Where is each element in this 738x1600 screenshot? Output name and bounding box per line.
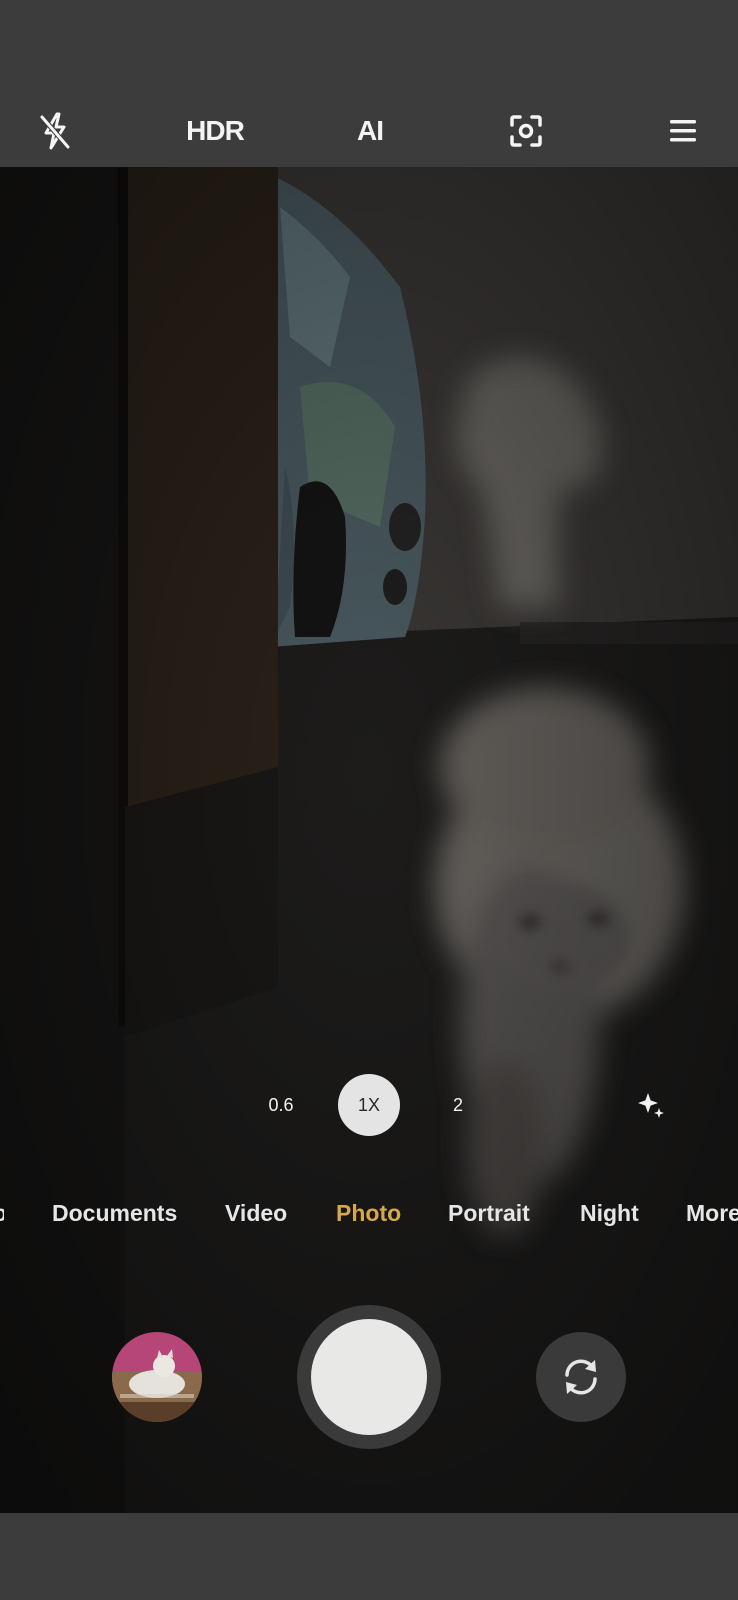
gallery-thumbnail[interactable] — [112, 1332, 202, 1422]
zoom-2-button[interactable]: 2 — [427, 1074, 489, 1136]
mode-item-documents[interactable]: Documents — [52, 1200, 177, 1227]
shutter-button[interactable] — [297, 1305, 441, 1449]
focus-mode-button[interactable] — [499, 105, 553, 157]
flash-off-icon — [40, 112, 70, 150]
hdr-label: HDR — [186, 115, 245, 146]
hdr-button[interactable]: HDR — [175, 105, 255, 157]
menu-button[interactable] — [656, 105, 710, 157]
shutter-button-inner — [311, 1319, 427, 1435]
ai-label: AI — [357, 115, 384, 146]
flash-toggle-button[interactable] — [28, 105, 82, 157]
switch-camera-icon — [565, 1359, 597, 1395]
mode-item-more[interactable]: More — [686, 1200, 738, 1227]
mode-item-photo[interactable]: Photo — [336, 1200, 401, 1227]
gallery-preview-image — [112, 1332, 202, 1422]
switch-camera-button[interactable] — [536, 1332, 626, 1422]
zoom-0-6-button[interactable]: 0.6 — [250, 1074, 312, 1136]
mode-item-partial-label: o — [0, 1200, 4, 1226]
mode-item-portrait[interactable]: Portrait — [448, 1200, 530, 1227]
top-toolbar: HDR AI — [0, 95, 738, 167]
zoom-1x-button[interactable]: 1X — [338, 1074, 400, 1136]
mode-item-night[interactable]: Night — [580, 1200, 639, 1227]
focus-frame-icon — [510, 115, 542, 147]
navigation-bar-area — [0, 1513, 738, 1600]
mode-item-video[interactable]: Video — [225, 1200, 287, 1227]
menu-icon — [670, 120, 696, 142]
status-bar-area — [0, 0, 738, 95]
mode-item-partial[interactable]: o — [0, 1200, 4, 1227]
effects-button[interactable] — [630, 1084, 672, 1126]
ai-button[interactable]: AI — [343, 105, 397, 157]
sparkle-icon — [638, 1093, 664, 1118]
